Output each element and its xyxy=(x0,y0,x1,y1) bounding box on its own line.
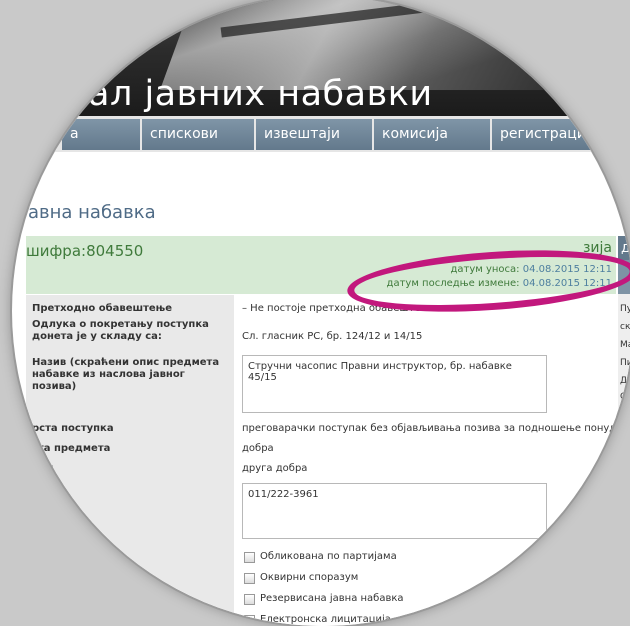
checkbox[interactable] xyxy=(244,552,255,563)
field-value-subject: друга добра xyxy=(242,463,308,474)
name-textarea[interactable]: Стручни часопис Правни инструктор, бр. н… xyxy=(242,355,547,413)
procurement-code: шифра:804550 xyxy=(26,242,144,260)
checkbox[interactable] xyxy=(244,594,255,605)
label-column xyxy=(26,295,234,625)
right-sidebar: Пу ск Ма Пи Др О xyxy=(618,294,630,626)
field-label-subject-type: ста предмета xyxy=(32,443,111,454)
field-label-decision: Одлука о покретању поступка донета је у … xyxy=(32,319,209,342)
nav-tab-komisija[interactable]: комисија xyxy=(374,119,490,150)
right-sidebar-item[interactable]: ск xyxy=(620,322,630,332)
field-value-decision: Сл. гласник РС, бр. 124/12 и 14/15 xyxy=(242,331,423,342)
procurement-form: Претходно обавештење – Не постоје претхо… xyxy=(26,295,622,626)
checkbox-label: Обликована по партијама xyxy=(260,551,397,562)
field-label-procedure-type: рста поступка xyxy=(32,423,114,434)
nav-tab-spiskovi[interactable]: спискови xyxy=(142,119,254,150)
magnified-screenshot: ал јавних набавки а спискови извештаји к… xyxy=(12,0,630,626)
right-sidebar-item[interactable]: Пу xyxy=(620,304,630,314)
checkbox-label: Електронска лицитација xyxy=(260,614,391,625)
field-value-procedure-type: преговарачки поступак без објављивања по… xyxy=(242,423,623,434)
field-label-subject: мет xyxy=(32,463,53,474)
contact-textarea[interactable]: 011/222-3961 xyxy=(242,483,547,539)
checkbox[interactable] xyxy=(244,615,255,626)
right-sidebar-item[interactable]: О xyxy=(620,392,627,402)
nav-tab-izvestaji[interactable]: извештаји xyxy=(256,119,372,150)
right-sidebar-item[interactable]: Пи xyxy=(620,358,630,368)
right-sidebar-item[interactable]: Ма xyxy=(620,340,630,350)
nav-tab-home[interactable]: а xyxy=(62,119,140,150)
checkbox-label: Оквирни споразум xyxy=(260,572,359,583)
checkbox-label: Резервисана јавна набавка xyxy=(260,593,404,604)
portal-title: ал јавних набавки xyxy=(88,74,433,114)
field-label-prior-notice: Претходно обавештење xyxy=(32,303,173,314)
header-banner: ал јавних набавки xyxy=(12,0,630,116)
checkbox[interactable] xyxy=(244,573,255,584)
nav-tab-registracija[interactable]: регистраци xyxy=(492,119,630,150)
right-sidebar-item[interactable]: Др xyxy=(620,376,630,386)
page: ал јавних набавки а спискови извештаји к… xyxy=(12,0,630,626)
field-label-name: Назив (скраћени опис предмета набавке из… xyxy=(32,357,220,392)
field-value-subject-type: добра xyxy=(242,443,274,454)
main-nav: а спискови извештаји комисија регистраци xyxy=(12,116,630,152)
page-title: авна набавка xyxy=(28,202,156,223)
